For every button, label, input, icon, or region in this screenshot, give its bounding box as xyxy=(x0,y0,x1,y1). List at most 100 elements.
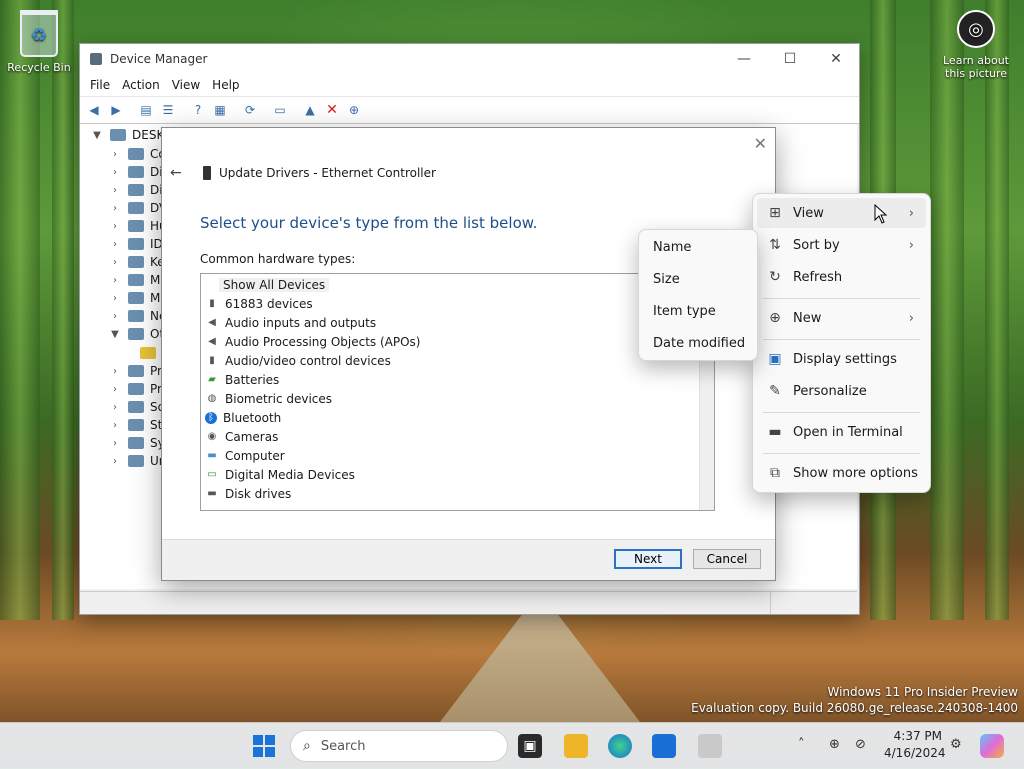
uninstall-icon[interactable]: ✕ xyxy=(322,101,342,119)
refresh-icon: ↻ xyxy=(769,269,781,285)
properties-icon[interactable]: ▤ xyxy=(136,101,156,119)
storage-icon xyxy=(128,419,144,431)
forward-arrow-icon[interactable]: ▶ xyxy=(106,101,126,119)
list-item[interactable]: ◀ Audio inputs and outputs xyxy=(205,313,376,332)
system-clock[interactable]: 4:37 PM 4/16/2024 xyxy=(884,728,946,762)
tree-item[interactable]: › Pro xyxy=(106,380,169,398)
menu-help[interactable]: Help xyxy=(206,78,245,92)
camera-icon: ◉ xyxy=(207,431,217,442)
sort-item-type[interactable]: Item type xyxy=(653,296,716,326)
edge-icon[interactable] xyxy=(608,734,632,758)
terminal-icon: ▬ xyxy=(768,424,782,440)
forest-path xyxy=(440,612,640,722)
list-item[interactable]: ◍ Biometric devices xyxy=(205,389,332,408)
menu-bar: File Action View Help xyxy=(80,74,859,96)
chevron-up-icon[interactable]: ˄ xyxy=(798,737,805,752)
menu-file[interactable]: File xyxy=(84,78,116,92)
chevron-down-icon: ▼ xyxy=(93,129,101,141)
list-item[interactable]: ▮ Audio/video control devices xyxy=(205,351,391,370)
dialog-header: Update Drivers - Ethernet Controller xyxy=(219,166,436,180)
hardware-types-label: Common hardware types: xyxy=(200,252,356,266)
speaker-icon: ◀ xyxy=(208,317,216,328)
list-item[interactable]: ▮ 61883 devices xyxy=(205,294,312,313)
update-driver-icon[interactable]: ▲ xyxy=(300,101,320,119)
learn-line1: Learn about xyxy=(943,54,1009,67)
learn-about-picture[interactable]: ◎ Learn about this picture xyxy=(936,10,1016,80)
back-arrow-icon[interactable]: ◀ xyxy=(84,101,104,119)
list-item[interactable]: ◀ Audio Processing Objects (APOs) xyxy=(205,332,420,351)
list-item[interactable]: ▬ Disk drives xyxy=(205,484,291,503)
menu-item-open-terminal[interactable]: ▬ Open in Terminal xyxy=(757,417,926,447)
list-item[interactable]: ▰ Batteries xyxy=(205,370,279,389)
ide-icon xyxy=(128,238,144,250)
tree-item[interactable]: › Mo xyxy=(106,289,168,307)
battery-icon: ▰ xyxy=(208,374,216,385)
title-bar[interactable]: Device Manager — ☐ ✕ xyxy=(80,44,859,74)
menu-item-refresh[interactable]: ↻ Refresh xyxy=(757,262,926,292)
menu-item-display-settings[interactable]: ▣ Display settings xyxy=(757,344,926,374)
fingerprint-icon: ◍ xyxy=(207,393,217,404)
cancel-button[interactable]: Cancel xyxy=(693,549,761,569)
keyboard-icon xyxy=(128,256,144,268)
plug-icon: ▮ xyxy=(209,355,215,366)
taskbar-search[interactable]: ⌕ Search xyxy=(290,730,508,762)
pen-icon: ✎ xyxy=(769,383,781,399)
monitor-icon[interactable]: ▭ xyxy=(270,101,290,119)
menu-item-sort-by[interactable]: ⇅ Sort by › xyxy=(757,230,926,260)
taskbar: ⌕ Search ▣ ˄ ⊕ ⊘ 4:37 PM 4/16/2024 ⚙ xyxy=(0,722,1024,769)
dvd-icon xyxy=(128,202,144,214)
disable-device-icon[interactable]: ⊕ xyxy=(344,101,364,119)
menu-action[interactable]: Action xyxy=(116,78,166,92)
menu-item-personalize[interactable]: ✎ Personalize xyxy=(757,376,926,406)
desktop-context-menu: ⊞ View › ⇅ Sort by › ↻ Refresh ⊕ New › ▣… xyxy=(752,193,931,493)
globe-icon[interactable]: ⊕ xyxy=(829,737,840,752)
display-icon: ▣ xyxy=(768,351,782,367)
list-icon[interactable]: ☰ xyxy=(158,101,178,119)
list-item[interactable]: ▭ Digital Media Devices xyxy=(205,465,355,484)
network-status-icon[interactable]: ⊘ xyxy=(855,737,866,752)
task-view-icon[interactable]: ▣ xyxy=(518,734,542,758)
sort-size[interactable]: Size xyxy=(653,264,680,294)
list-item[interactable]: ᛒ Bluetooth xyxy=(205,408,281,427)
list-item[interactable]: ◉ Cameras xyxy=(205,427,279,446)
dialog-instruction: Select your device's type from the list … xyxy=(200,214,538,232)
recycle-bin[interactable]: ♻ Recycle Bin xyxy=(6,10,72,74)
back-arrow-icon[interactable]: ← xyxy=(170,165,182,181)
close-button[interactable]: ✕ xyxy=(813,51,859,67)
share-icon: ⧉ xyxy=(770,465,780,481)
maximize-button[interactable]: ☐ xyxy=(767,51,813,67)
start-button[interactable] xyxy=(253,735,275,757)
sort-name[interactable]: Name xyxy=(653,232,691,262)
monitor-icon xyxy=(128,292,144,304)
file-explorer-icon[interactable] xyxy=(564,734,588,758)
copilot-icon[interactable] xyxy=(980,734,1004,758)
menu-item-show-more-options[interactable]: ⧉ Show more options xyxy=(757,458,926,488)
mouse-icon xyxy=(128,274,144,286)
menu-item-new[interactable]: ⊕ New › xyxy=(757,303,926,333)
menu-view[interactable]: View xyxy=(166,78,206,92)
list-item[interactable]: ▬ Computer xyxy=(205,446,284,465)
network-icon xyxy=(128,310,144,322)
sort-date-modified[interactable]: Date modified xyxy=(653,328,745,358)
help-icon[interactable]: ? xyxy=(188,101,208,119)
software-icon xyxy=(128,401,144,413)
device-manager-taskbar-icon[interactable] xyxy=(698,734,722,758)
chevron-right-icon: › xyxy=(908,205,914,221)
minimize-button[interactable]: — xyxy=(721,51,767,67)
store-icon[interactable] xyxy=(652,734,676,758)
tree-item-ethernet[interactable] xyxy=(136,344,162,362)
next-button[interactable]: Next xyxy=(614,549,682,569)
recycle-bin-label: Recycle Bin xyxy=(7,61,71,74)
menu-item-view[interactable]: ⊞ View › xyxy=(757,198,926,228)
learn-line2: this picture xyxy=(945,67,1007,80)
scan-hardware-icon[interactable]: ⟳ xyxy=(240,101,260,119)
sort-by-submenu: Name Size Item type Date modified xyxy=(638,229,758,361)
notification-icon[interactable]: ⚙ xyxy=(950,737,962,752)
close-icon[interactable]: ✕ xyxy=(754,134,767,153)
dialog-footer: Next Cancel xyxy=(162,539,775,580)
details-icon[interactable]: ▦ xyxy=(210,101,230,119)
search-placeholder: Search xyxy=(320,738,366,754)
other-devices-icon xyxy=(128,328,144,340)
bluetooth-icon: ᛒ xyxy=(205,411,217,424)
list-item[interactable]: Show All Devices xyxy=(219,275,330,294)
